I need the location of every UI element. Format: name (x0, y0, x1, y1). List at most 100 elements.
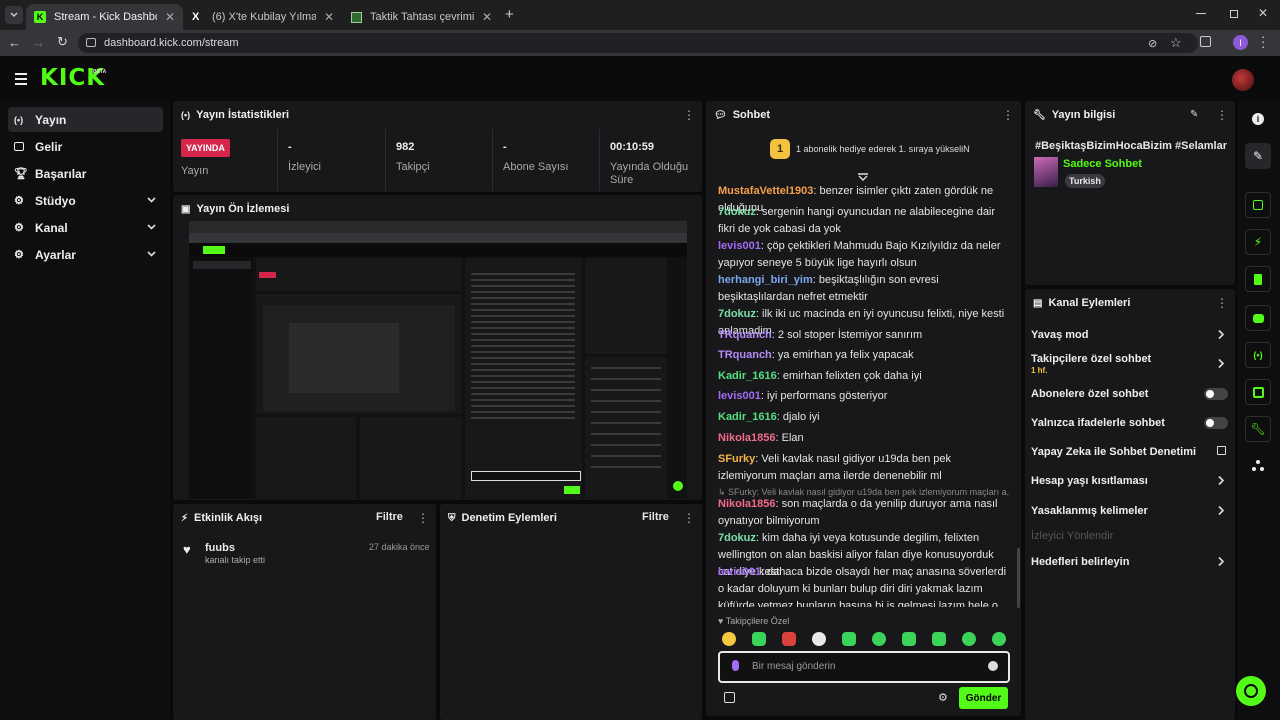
site-info-icon[interactable] (86, 38, 96, 47)
filter-button[interactable]: Filtre (376, 511, 403, 523)
microphone-icon[interactable] (732, 660, 739, 671)
action-account-age[interactable]: Hesap yaşı kısıtlaması (1031, 475, 1229, 487)
broadcast-icon[interactable]: (•) (1245, 342, 1271, 368)
address-bar[interactable]: dashboard.kick.com/stream ⊘ ☆ (78, 33, 1198, 53)
hide-icon[interactable]: ⊘ (1148, 37, 1157, 50)
bookmark-star-icon[interactable]: ☆ (1170, 35, 1182, 51)
emote-icon[interactable] (962, 632, 976, 646)
chat-scrollbar[interactable] (1017, 548, 1020, 608)
emote-icon[interactable] (782, 632, 796, 646)
edit-icon[interactable]: ✎ (1245, 143, 1271, 169)
minimize-icon[interactable] (1196, 13, 1206, 14)
chat-username[interactable]: Nikola1856 (718, 432, 775, 444)
emote-icon[interactable] (932, 632, 946, 646)
browser-tab[interactable]: Taktik Tahtası çevrimiçi - Futbol ✕ (343, 4, 500, 30)
chat-username[interactable]: TRquanch (718, 329, 772, 341)
emote-icon[interactable] (812, 632, 826, 646)
edit-icon[interactable]: ✎ (1190, 109, 1198, 120)
chat-username[interactable]: SFurky (718, 453, 755, 465)
sidebar-item-ayarlar[interactable]: ⚙︎ Ayarlar (8, 242, 163, 267)
notes-icon[interactable] (1245, 266, 1271, 292)
action-banned-words[interactable]: Yasaklanmış kelimeler (1031, 505, 1229, 517)
browser-menu-icon[interactable]: · · · (1261, 30, 1265, 53)
emoji-icon[interactable] (988, 661, 998, 671)
menu-icon[interactable] (15, 73, 27, 85)
clip-icon[interactable] (1245, 192, 1271, 218)
action-set-goals[interactable]: Hedefleri belirleyin (1031, 556, 1229, 568)
chat-username[interactable]: TRquanch (718, 349, 772, 361)
emote-icon[interactable] (992, 632, 1006, 646)
stream-video[interactable] (189, 221, 687, 499)
chat-username[interactable]: levis001 (718, 566, 761, 578)
action-slow-mode[interactable]: Yavaş mod (1031, 329, 1229, 341)
sidebar-item-label: Başarılar (35, 166, 87, 181)
more-options-icon[interactable]: ⋮ (683, 512, 695, 524)
emote-icon[interactable] (722, 632, 736, 646)
chat-username[interactable]: levis001 (718, 390, 761, 402)
more-options-icon[interactable]: ⋮ (1002, 109, 1014, 121)
sidebar-item-yayin[interactable]: (•) Yayın (8, 107, 163, 132)
panel-header: ▣ Yayın Ön İzlemesi (173, 195, 702, 223)
back-icon[interactable]: ← (8, 35, 21, 50)
event-user[interactable]: fuubs (205, 542, 235, 554)
chat-username[interactable]: Kadir_1616 (718, 370, 777, 382)
send-button[interactable]: Gönder (959, 687, 1008, 709)
pinned-chevron-icon[interactable] (857, 173, 869, 181)
category-link[interactable]: Sadece Sohbet (1063, 158, 1142, 170)
new-tab-button[interactable]: + (505, 6, 514, 23)
more-options-icon[interactable]: ⋮ (683, 109, 695, 121)
info-icon[interactable]: i (1245, 106, 1271, 132)
chat-icon[interactable] (1245, 305, 1271, 331)
chat-username[interactable]: Nikola1856 (718, 498, 775, 510)
close-tab-icon[interactable]: ✕ (324, 10, 334, 24)
chat-username[interactable]: levis001 (718, 240, 761, 252)
extensions-icon[interactable] (1200, 36, 1211, 47)
filter-button[interactable]: Filtre (642, 511, 669, 523)
stream-preview-panel: ▣ Yayın Ön İzlemesi (173, 195, 702, 500)
more-options-icon[interactable]: ⋮ (1216, 109, 1228, 121)
chat-settings-icon[interactable]: ⚙︎ (938, 691, 948, 704)
browser-tab[interactable]: X (6) X'te Kubilay Yılmaz: "He x-G ✕ (184, 4, 342, 30)
close-tab-icon[interactable]: ✕ (482, 10, 492, 24)
chat-username[interactable]: herhangi_biri_yim (718, 274, 813, 286)
action-subscribers-only: Abonelere özel sohbet (1031, 388, 1229, 400)
more-options-icon[interactable]: ⋮ (1216, 297, 1228, 309)
gift-leaderboard-text[interactable]: 1 abonelik hediye ederek 1. sıraya yükse… (796, 144, 970, 154)
forward-icon[interactable]: → (32, 35, 45, 50)
action-label: Hedefleri belirleyin (1031, 556, 1130, 568)
tag-badge[interactable]: Turkish (1065, 174, 1105, 188)
profile-avatar[interactable]: I (1233, 35, 1248, 50)
tab-search-button[interactable] (5, 6, 23, 24)
chat-username[interactable]: MustafaVettel1903 (718, 185, 813, 197)
action-followers-only[interactable]: Takipçilere özel sohbet (1031, 353, 1229, 365)
sidebar-item-gelir[interactable]: Gelir (8, 134, 163, 159)
sidebar-item-basarilar[interactable]: 🏆︎ Başarılar (8, 161, 163, 186)
browser-tab[interactable]: K Stream - Kick Dashboard ✕ (26, 4, 183, 30)
chat-username[interactable]: 7dokuz (718, 308, 756, 320)
sidebar-item-studyo[interactable]: ⚙︎ Stüdyo (8, 188, 163, 213)
wrench-icon[interactable]: 🔧︎ (1245, 416, 1271, 442)
category-thumbnail[interactable] (1034, 157, 1058, 187)
layout-icon[interactable] (1245, 379, 1271, 405)
emote-icon[interactable] (902, 632, 916, 646)
gift-icon[interactable] (724, 692, 735, 703)
emote-icon[interactable] (872, 632, 886, 646)
close-window-icon[interactable]: ✕ (1258, 6, 1268, 20)
chat-username[interactable]: Kadir_1616 (718, 411, 777, 423)
chat-username[interactable]: 7dokuz (718, 206, 756, 218)
restore-icon[interactable] (1230, 10, 1238, 18)
emote-icon[interactable] (752, 632, 766, 646)
subscribers-only-toggle[interactable] (1204, 388, 1228, 400)
close-tab-icon[interactable]: ✕ (165, 10, 175, 24)
reload-icon[interactable]: ↻ (57, 34, 68, 50)
more-dots-icon[interactable] (1245, 453, 1271, 479)
more-options-icon[interactable]: ⋮ (417, 512, 429, 524)
user-avatar[interactable] (1232, 69, 1254, 91)
emotes-only-toggle[interactable] (1204, 417, 1228, 429)
lightning-icon[interactable]: ⚡︎ (1245, 229, 1271, 255)
action-ai-moderation[interactable]: Yapay Zeka ile Sohbet Denetimi (1031, 446, 1229, 458)
sidebar-item-kanal[interactable]: ⚙︎ Kanal (8, 215, 163, 240)
chat-username[interactable]: 7dokuz (718, 532, 756, 544)
emote-icon[interactable] (842, 632, 856, 646)
support-button[interactable] (1236, 676, 1266, 706)
